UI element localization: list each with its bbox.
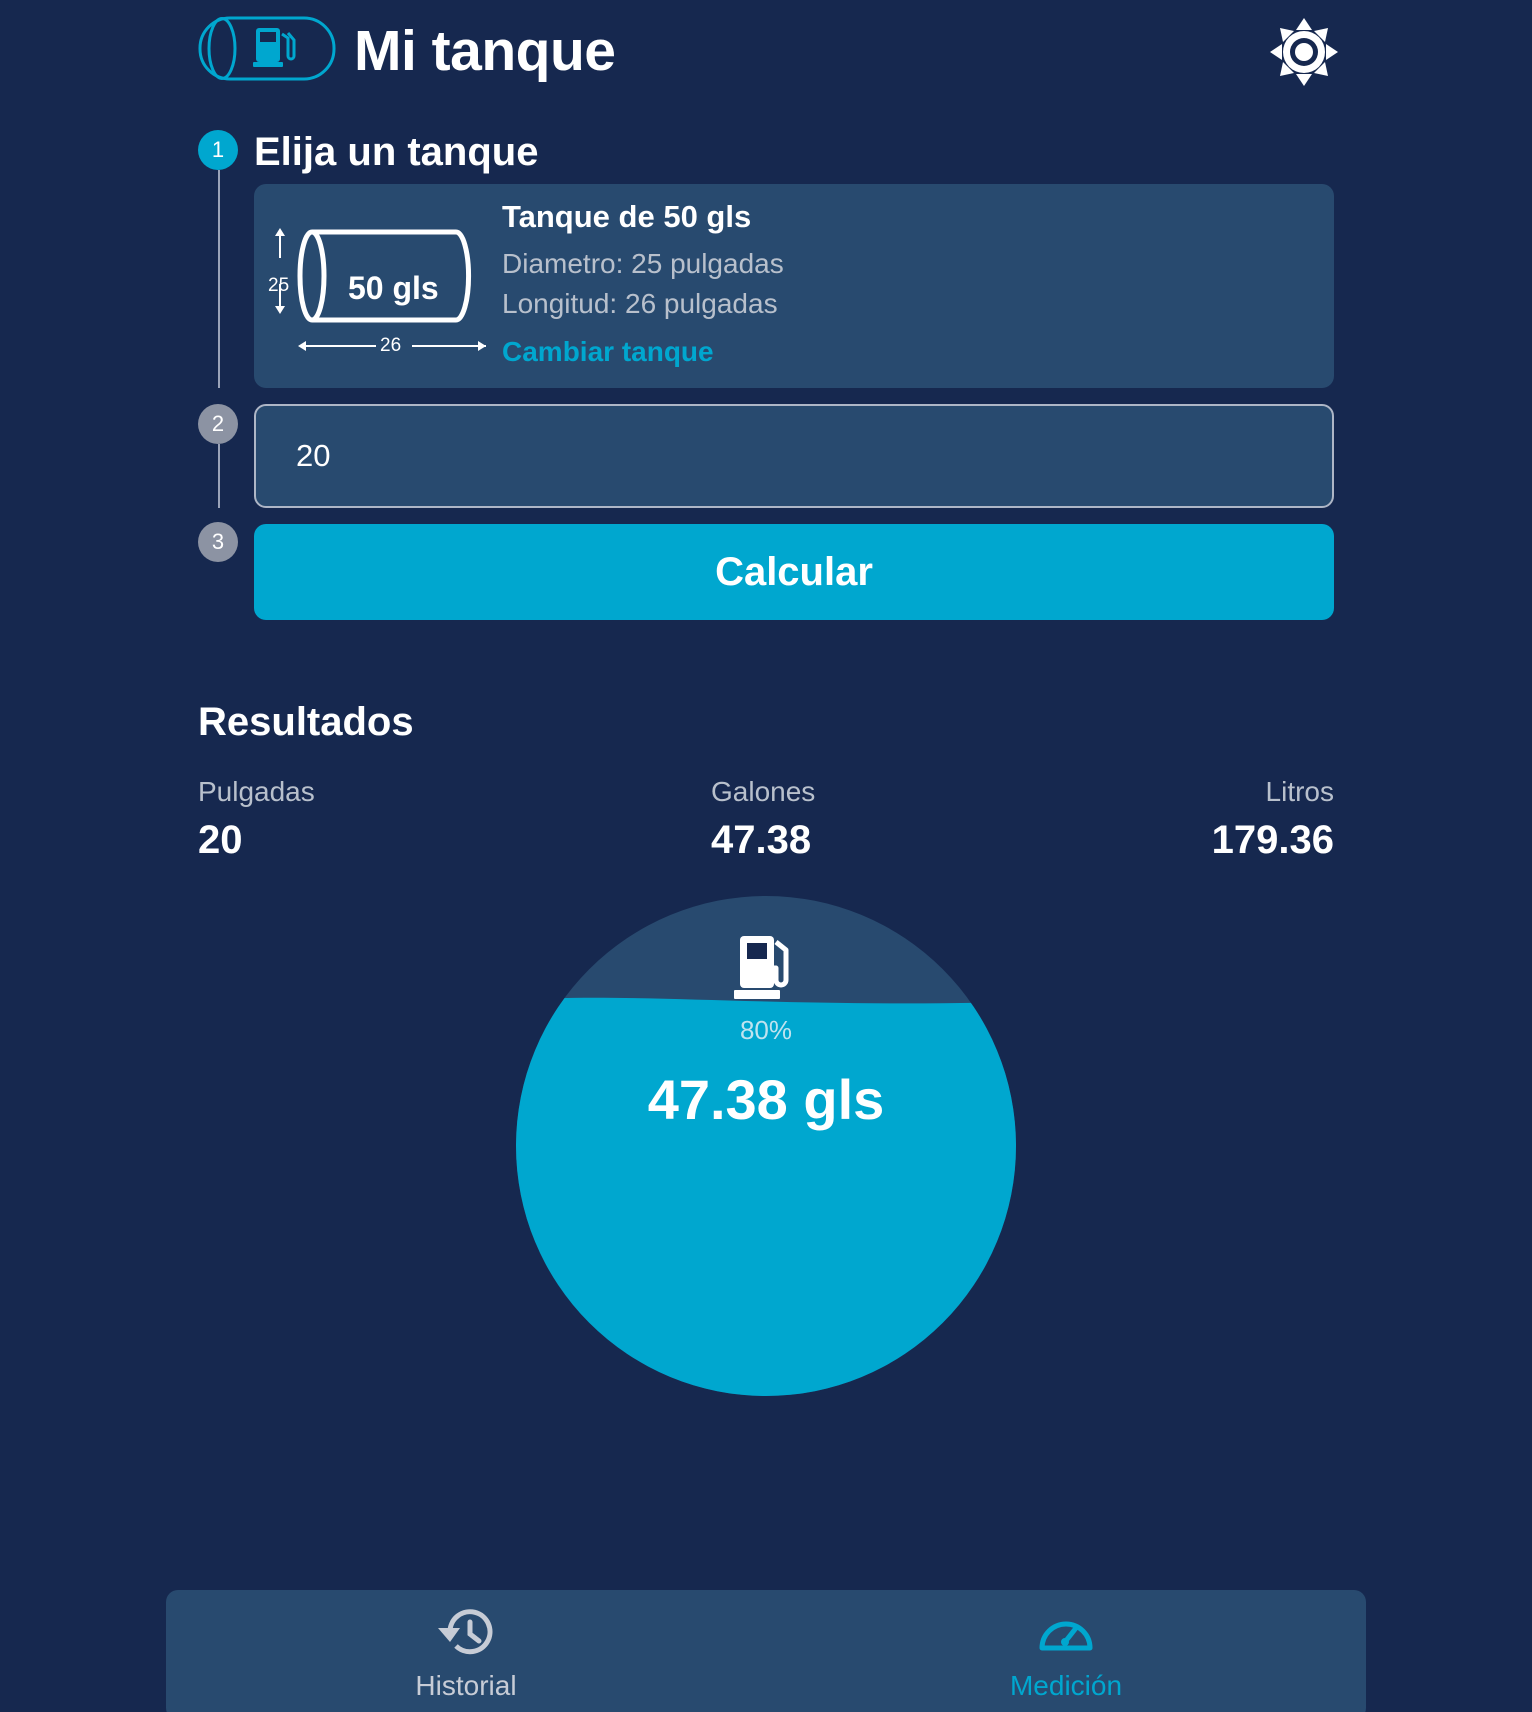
step-1-indicator: 1 (198, 130, 238, 170)
stepper-line (218, 444, 220, 508)
stepper-line (218, 170, 220, 388)
inches-value: 20 (198, 818, 243, 862)
liters-label: Litros (1265, 776, 1334, 807)
nav-label-medicion: Medición (1009, 1670, 1123, 1701)
gallons-label: Galones (711, 776, 816, 807)
gallons-value: 47.38 (711, 818, 812, 862)
tank-name: Tanque de 50 gls (502, 199, 752, 234)
fuel-pump-icon (734, 936, 789, 999)
gauge-volume: 47.38 gls (647, 1068, 885, 1131)
app-root: Mi tanque 1 Elija un tanque 25 26 50 gls… (0, 0, 1532, 1712)
tank-length-dimension: 26 (380, 335, 402, 356)
tank-length: Longitud: 26 pulgadas (502, 288, 778, 319)
bottom-navigation: Historial Medición (166, 1590, 1366, 1712)
tank-fuel-logo-icon (198, 16, 336, 81)
nav-item-medicion[interactable]: Medición (766, 1590, 1366, 1712)
liters-value: 179.36 (1211, 818, 1334, 862)
gauge-percent: 80% (739, 1015, 793, 1045)
nav-item-historial[interactable]: Historial (166, 1590, 766, 1712)
app-title: Mi tanque (354, 19, 616, 83)
sun-icon[interactable] (1268, 16, 1340, 88)
step-1-title: Elija un tanque (254, 130, 539, 174)
tank-diameter: Diametro: 25 pulgadas (502, 248, 784, 279)
change-tank-link[interactable]: Cambiar tanque (502, 334, 714, 370)
nav-label-historial: Historial (415, 1670, 517, 1701)
step-2-indicator: 2 (198, 404, 238, 444)
step-3-indicator: 3 (198, 522, 238, 562)
tank-diameter-dimension: 25 (268, 275, 290, 296)
calculate-button[interactable]: Calcular (254, 524, 1334, 620)
inches-label: Pulgadas (198, 776, 315, 807)
tank-capacity-label: 50 gls (348, 270, 439, 306)
tank-card: 25 26 50 gls Tanque de 50 gls Diametro: … (254, 184, 1334, 388)
gauge-fill (516, 997, 1016, 1396)
history-icon (438, 1609, 493, 1655)
level-input[interactable] (254, 404, 1334, 508)
speedometer-icon (1039, 1621, 1093, 1651)
results-title: Resultados (198, 700, 414, 744)
